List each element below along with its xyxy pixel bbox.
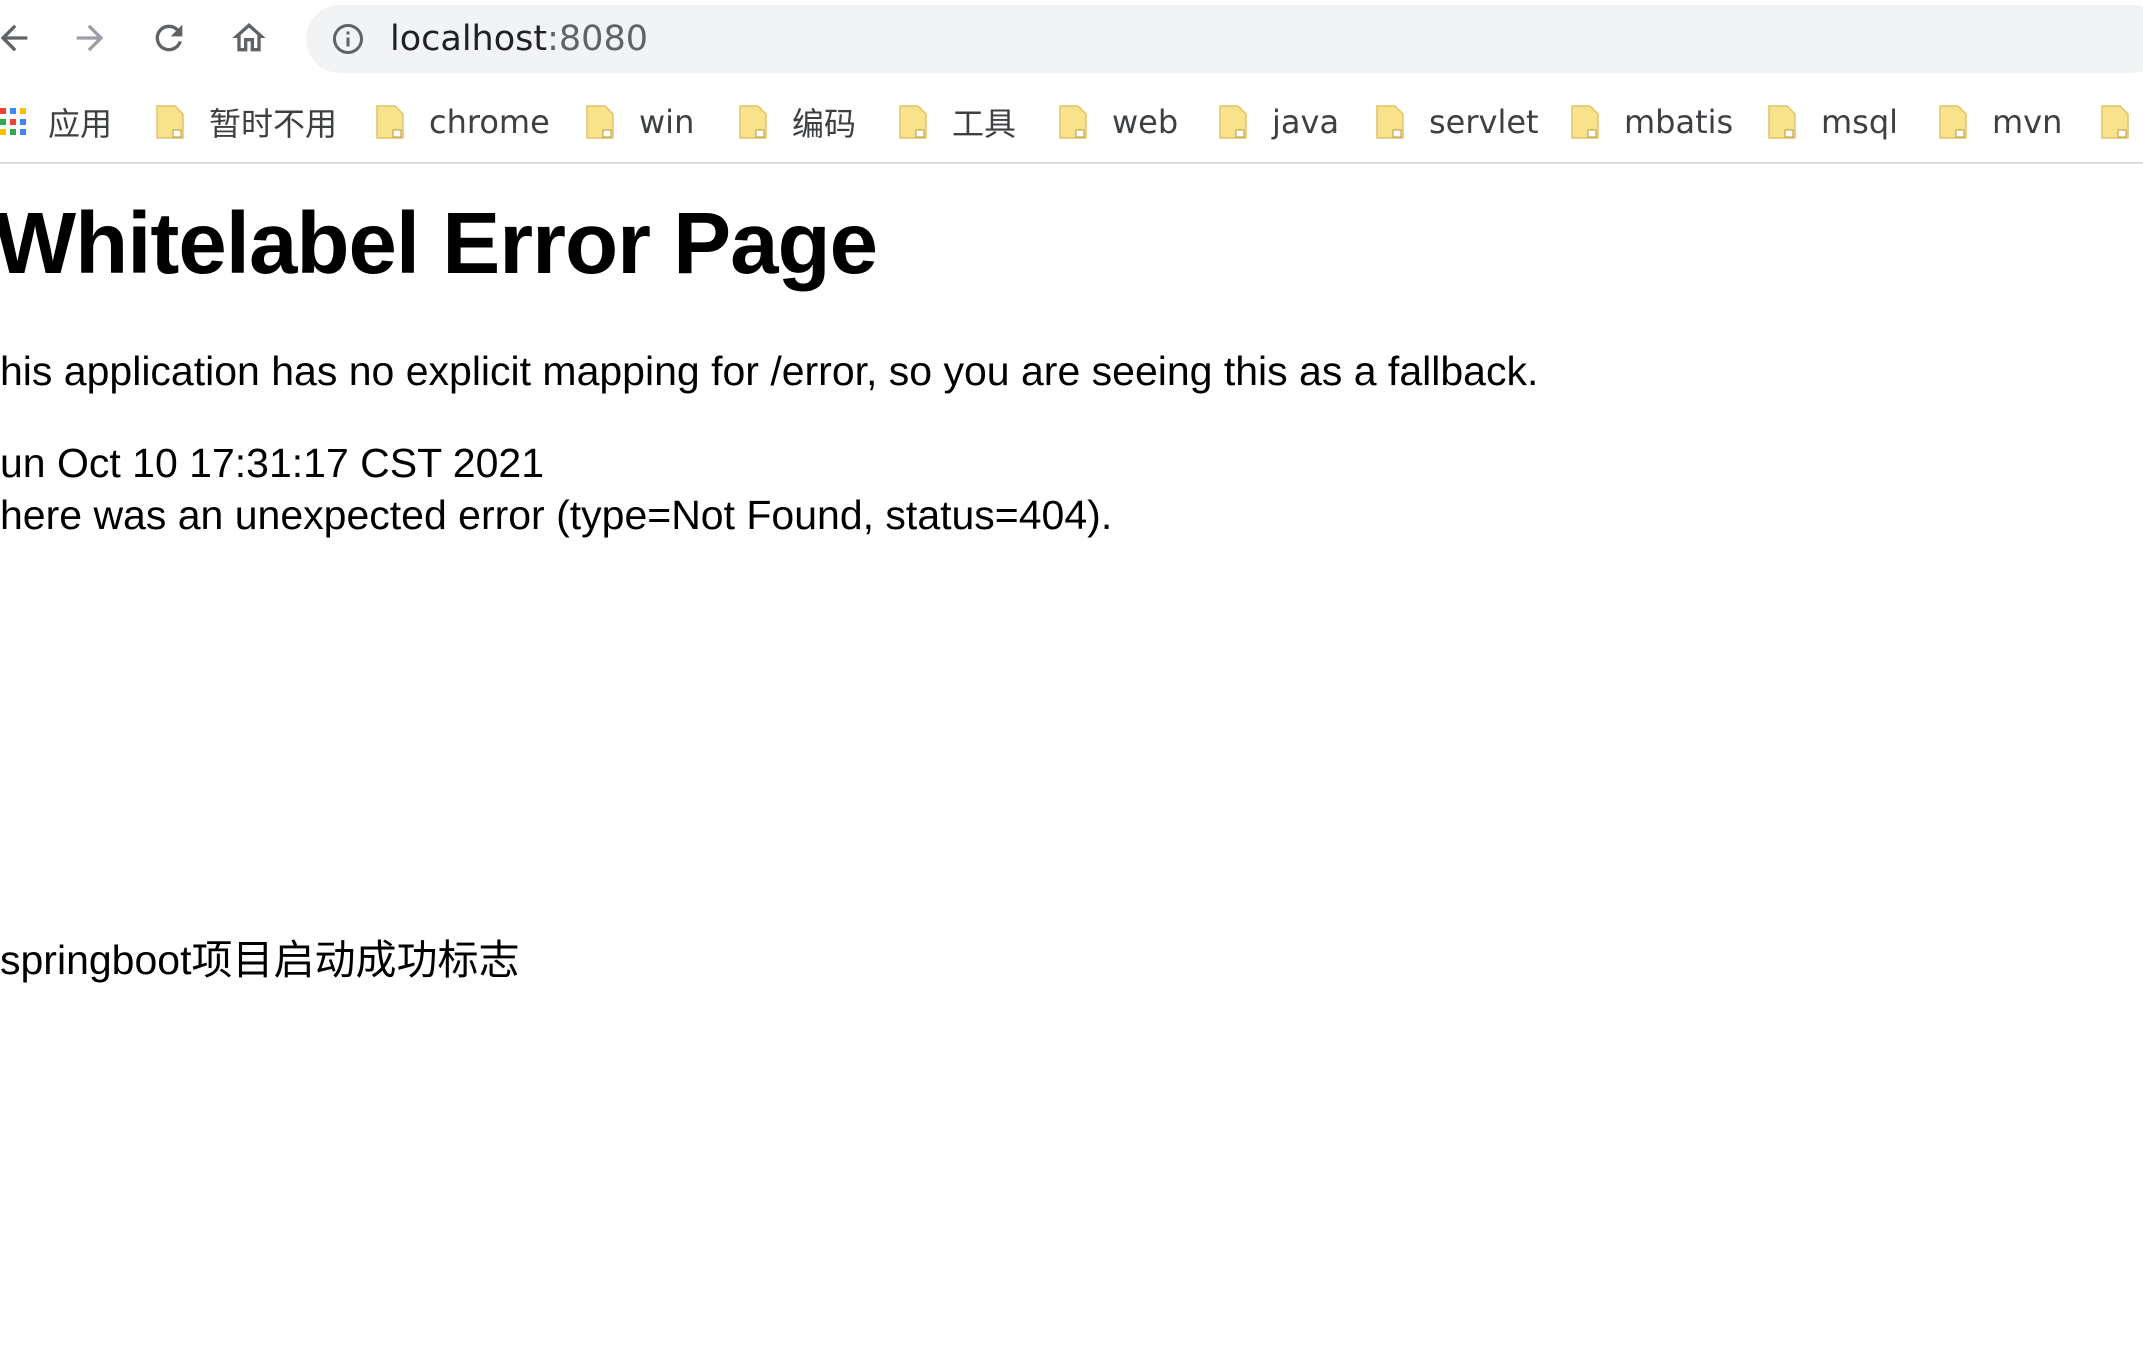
bookmark-folder[interactable]: win xyxy=(585,96,694,148)
forward-button[interactable] xyxy=(62,10,118,66)
folder-icon xyxy=(1768,105,1796,139)
arrow-left-icon xyxy=(0,24,28,52)
reload-button[interactable] xyxy=(141,10,197,66)
bookmark-folder[interactable]: mvn xyxy=(1938,96,2062,148)
bookmark-label: java xyxy=(1272,103,1340,141)
info-icon[interactable] xyxy=(330,21,366,57)
folder-icon xyxy=(1376,105,1404,139)
page-content: Whitelabel Error Page his application ha… xyxy=(0,164,2143,1345)
folder-icon xyxy=(899,105,927,139)
folder-icon xyxy=(739,105,767,139)
back-button[interactable] xyxy=(0,10,42,66)
bookmark-label: mbatis xyxy=(1624,103,1734,141)
bookmark-folder[interactable]: 编码 xyxy=(738,96,856,148)
folder-icon xyxy=(1571,105,1599,139)
bookmark-label: win xyxy=(639,103,695,141)
bookmark-folder[interactable]: web xyxy=(1058,96,1178,148)
folder-icon xyxy=(2101,105,2129,139)
error-detail: here was an unexpected error (type=Not F… xyxy=(0,492,1113,538)
url-text[interactable]: localhost:8080 xyxy=(390,5,648,73)
bookmark-folder[interactable]: 暂时不用 xyxy=(155,96,337,148)
page-title: Whitelabel Error Page xyxy=(0,195,878,292)
bookmark-label: 编码 xyxy=(792,105,857,143)
error-timestamp: un Oct 10 17:31:17 CST 2021 xyxy=(0,440,545,486)
url-port: :8080 xyxy=(547,19,648,59)
reload-icon xyxy=(155,24,183,52)
bookmarks-bar: 应用 暂时不用 chrome win 编码 工具 web java servle… xyxy=(0,84,2143,164)
bookmark-folder[interactable]: java xyxy=(1218,96,1339,148)
bookmark-label: web xyxy=(1112,103,1179,141)
bookmark-label: servlet xyxy=(1429,103,1539,141)
folder-icon xyxy=(1939,105,1967,139)
folder-icon xyxy=(376,105,404,139)
bookmark-apps[interactable]: 应用 xyxy=(0,96,112,148)
folder-icon xyxy=(1059,105,1087,139)
bookmark-folder[interactable]: chrome xyxy=(375,96,550,148)
apps-grid-icon xyxy=(0,108,28,136)
home-button[interactable] xyxy=(221,10,277,66)
bookmark-label: msql xyxy=(1821,103,1899,141)
browser-toolbar: localhost:8080 xyxy=(0,0,2143,78)
bookmark-label: chrome xyxy=(429,103,550,141)
annotation-text: springboot项目启动成功标志 xyxy=(0,937,520,983)
bookmark-folder[interactable]: servlet xyxy=(1375,96,1539,148)
bookmark-folder[interactable] xyxy=(2100,96,2143,148)
bookmark-label: mvn xyxy=(1992,103,2063,141)
folder-icon xyxy=(586,105,614,139)
address-bar[interactable]: localhost:8080 xyxy=(306,5,2143,73)
arrow-right-icon xyxy=(76,24,104,52)
home-icon xyxy=(232,23,266,52)
folder-icon xyxy=(156,105,184,139)
bookmark-folder[interactable]: mbatis xyxy=(1570,96,1733,148)
url-host: localhost xyxy=(390,19,548,59)
folder-icon xyxy=(1219,105,1247,139)
bookmark-label: 工具 xyxy=(952,105,1017,143)
bookmark-label: 暂时不用 xyxy=(209,105,338,143)
bookmark-folder[interactable]: 工具 xyxy=(898,96,1016,148)
error-message: his application has no explicit mapping … xyxy=(0,348,1539,394)
bookmark-label: 应用 xyxy=(48,105,113,143)
bookmark-folder[interactable]: msql xyxy=(1767,96,1898,148)
